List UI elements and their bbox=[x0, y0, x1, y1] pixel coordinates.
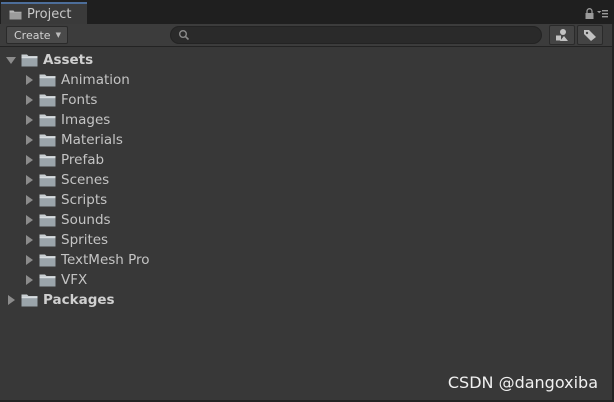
collapse-arrow-icon[interactable] bbox=[23, 235, 34, 246]
folder-icon bbox=[39, 133, 56, 147]
search-field[interactable] bbox=[170, 26, 542, 44]
menu-icon[interactable] bbox=[597, 5, 608, 24]
tree-item-folder[interactable]: TextMesh Pro bbox=[0, 250, 612, 270]
chevron-down-icon: ▼ bbox=[55, 31, 61, 39]
tree-item-folder[interactable]: Materials bbox=[0, 130, 612, 150]
collapse-arrow-icon[interactable] bbox=[23, 95, 34, 106]
project-window: Project Create ▼ Assets Animation Fonts … bbox=[0, 0, 614, 402]
folder-icon bbox=[21, 293, 38, 307]
watermark: CSDN @dangoxiba bbox=[447, 373, 598, 392]
tree-item-folder[interactable]: Animation bbox=[0, 70, 612, 90]
folder-icon bbox=[39, 113, 56, 127]
filter-by-type-button[interactable] bbox=[549, 25, 575, 45]
tree-item-folder[interactable]: Fonts bbox=[0, 90, 612, 110]
tree-item-label: Assets bbox=[43, 52, 94, 68]
tree-item-label: Packages bbox=[43, 292, 115, 308]
tree-item-folder[interactable]: Scenes bbox=[0, 170, 612, 190]
tree-item-folder[interactable]: Sounds bbox=[0, 210, 612, 230]
tree-item-label: Animation bbox=[61, 72, 130, 88]
tree-item-folder[interactable]: Images bbox=[0, 110, 612, 130]
tab-strip: Project bbox=[0, 0, 614, 24]
tree-item-label: Scenes bbox=[61, 172, 110, 188]
lock-icon[interactable] bbox=[584, 5, 595, 24]
folder-icon bbox=[39, 273, 56, 287]
tree-item-label: Scripts bbox=[61, 192, 108, 208]
tree-item-label: Sprites bbox=[61, 232, 109, 248]
folder-icon bbox=[39, 233, 56, 247]
search-input[interactable] bbox=[193, 28, 537, 44]
create-label: Create bbox=[14, 28, 51, 42]
filter-by-label-button[interactable] bbox=[577, 25, 603, 45]
tree-item-label: TextMesh Pro bbox=[61, 252, 150, 268]
tree-item-folder[interactable]: Sprites bbox=[0, 230, 612, 250]
folder-icon bbox=[39, 253, 56, 267]
tab-controls bbox=[584, 5, 608, 24]
asset-tree: Assets Animation Fonts Images Materials Pref… bbox=[0, 50, 612, 310]
tree-item-label: VFX bbox=[61, 272, 88, 288]
tree-item-label: Images bbox=[61, 112, 111, 128]
folder-icon bbox=[39, 173, 56, 187]
filter-by-type-icon bbox=[556, 29, 568, 41]
folder-icon bbox=[9, 9, 22, 20]
create-button[interactable]: Create ▼ bbox=[6, 26, 68, 44]
collapse-arrow-icon[interactable] bbox=[5, 295, 16, 306]
project-toolbar: Create ▼ bbox=[0, 24, 614, 47]
collapse-arrow-icon[interactable] bbox=[23, 75, 34, 86]
tree-item-label: Prefab bbox=[61, 152, 105, 168]
folder-icon bbox=[39, 93, 56, 107]
tab-title: Project bbox=[27, 6, 72, 22]
folder-icon bbox=[21, 53, 38, 67]
collapse-arrow-icon[interactable] bbox=[23, 135, 34, 146]
tree-item-assets[interactable]: Assets bbox=[0, 50, 612, 70]
folder-icon bbox=[39, 213, 56, 227]
tree-item-label: Materials bbox=[61, 132, 123, 148]
search-icon bbox=[179, 30, 190, 41]
folder-icon bbox=[39, 193, 56, 207]
folder-icon bbox=[39, 73, 56, 87]
filter-by-label-icon bbox=[584, 30, 596, 41]
collapse-arrow-icon[interactable] bbox=[23, 155, 34, 166]
collapse-arrow-icon[interactable] bbox=[23, 195, 34, 206]
collapse-arrow-icon[interactable] bbox=[23, 115, 34, 126]
folder-icon bbox=[39, 153, 56, 167]
tab-project[interactable]: Project bbox=[1, 2, 87, 24]
collapse-arrow-icon[interactable] bbox=[23, 255, 34, 266]
tree-item-packages[interactable]: Packages bbox=[0, 290, 612, 310]
tree-item-folder[interactable]: VFX bbox=[0, 270, 612, 290]
tree-item-label: Fonts bbox=[61, 92, 98, 108]
collapse-arrow-icon[interactable] bbox=[23, 275, 34, 286]
collapse-arrow-icon[interactable] bbox=[23, 175, 34, 186]
expand-arrow-icon[interactable] bbox=[5, 55, 16, 66]
collapse-arrow-icon[interactable] bbox=[23, 215, 34, 226]
tree-item-label: Sounds bbox=[61, 212, 111, 228]
tree-item-folder[interactable]: Scripts bbox=[0, 190, 612, 210]
tree-item-folder[interactable]: Prefab bbox=[0, 150, 612, 170]
